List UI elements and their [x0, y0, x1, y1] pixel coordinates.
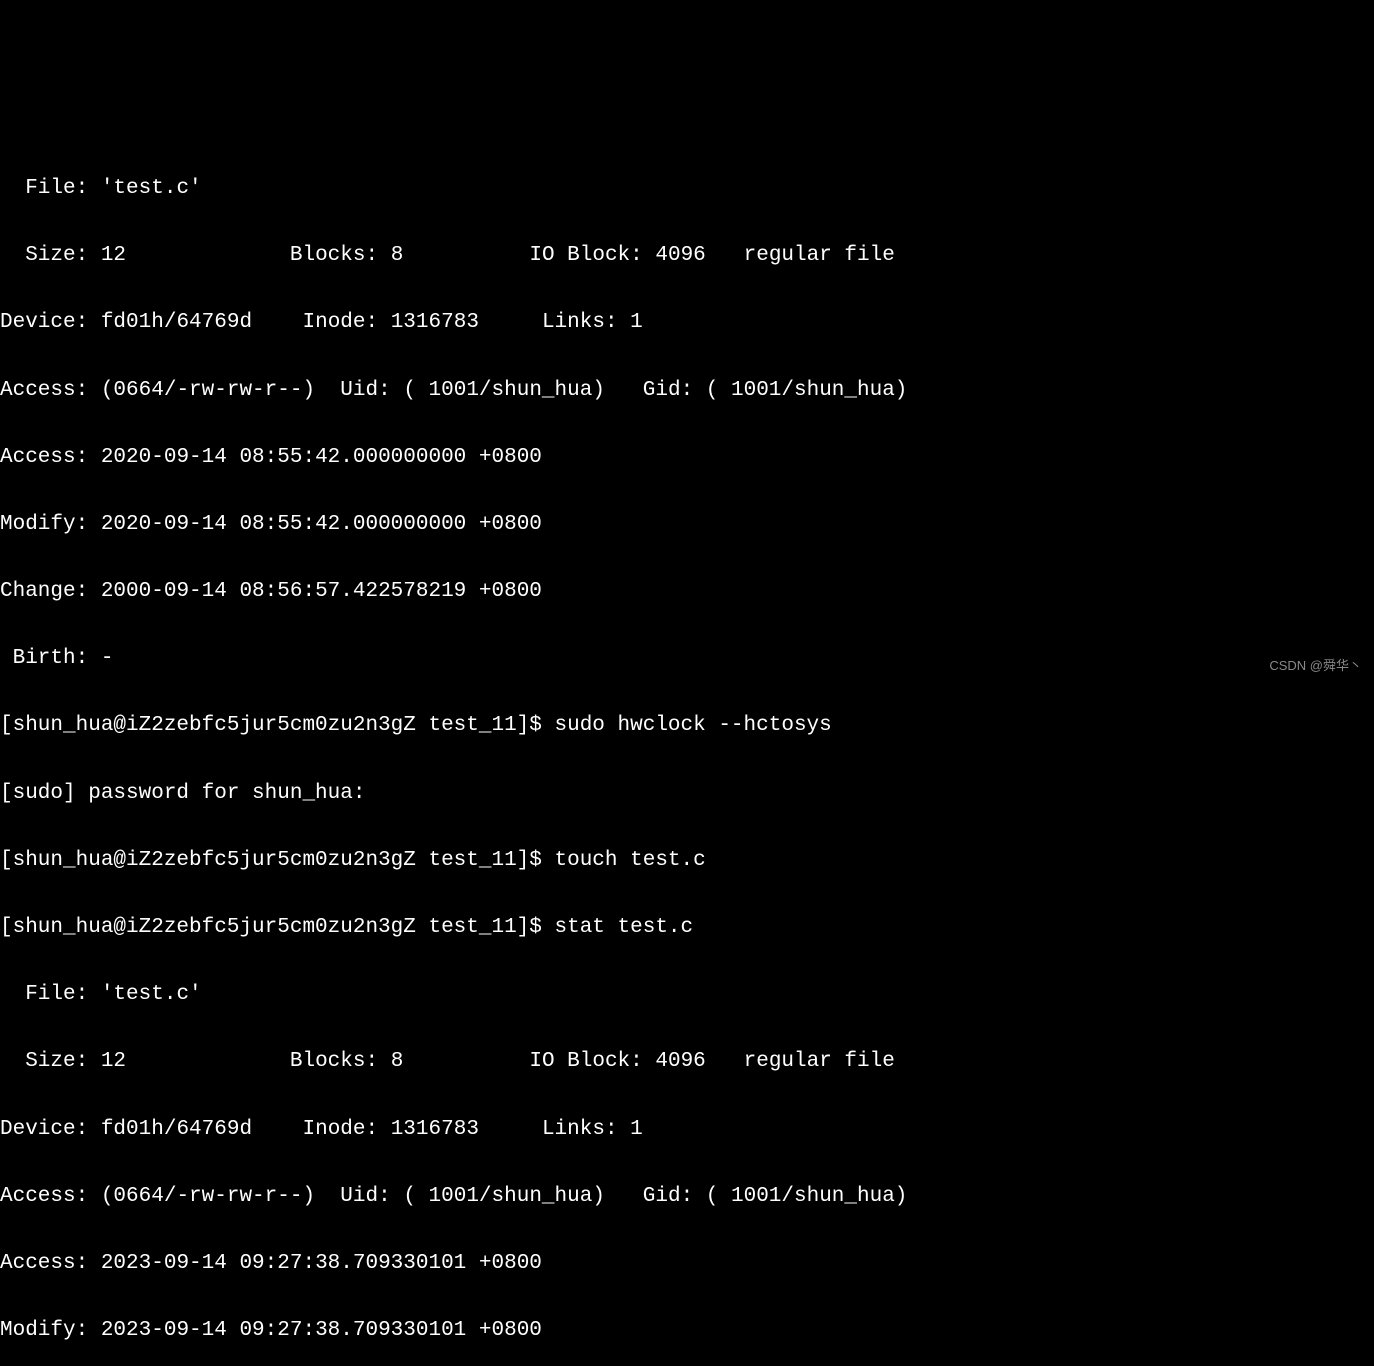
gid-label: Gid: [643, 1185, 706, 1208]
stat-file-line: File: 'test.c' [0, 172, 1374, 206]
blocks-value: 8 [391, 244, 404, 267]
file-value: 'test.c' [101, 177, 202, 200]
links-value: 1 [630, 1118, 643, 1141]
sudo-password-line: [sudo] password for shun_hua: [0, 777, 1374, 811]
links-label: Links: [542, 1118, 630, 1141]
file-label: File: [0, 177, 101, 200]
file-type: regular file [744, 1050, 895, 1073]
modify-time: 2023-09-14 09:27:38.709330101 +0800 [101, 1319, 542, 1342]
shell-prompt: [shun_hua@iZ2zebfc5jur5cm0zu2n3gZ test_1… [0, 714, 555, 737]
command-input[interactable]: touch test.c [555, 849, 706, 872]
birth-value: - [101, 647, 114, 670]
size-value: 12 [101, 244, 126, 267]
stat-access-time-line: Access: 2020-09-14 08:55:42.000000000 +0… [0, 441, 1374, 475]
prompt-line-2: [shun_hua@iZ2zebfc5jur5cm0zu2n3gZ test_1… [0, 844, 1374, 878]
device-value: fd01h/64769d [101, 1118, 252, 1141]
file-type: regular file [744, 244, 895, 267]
change-label: Change: [0, 580, 101, 603]
access-perm: (0664/-rw-rw-r--) [101, 1185, 315, 1208]
uid-value: ( 1001/shun_hua) [403, 1185, 605, 1208]
ioblock-label: IO Block: [529, 244, 655, 267]
stat-access-perm-line: Access: (0664/-rw-rw-r--) Uid: ( 1001/sh… [0, 1180, 1374, 1214]
blocks-label: Blocks: [290, 1050, 391, 1073]
shell-prompt: [shun_hua@iZ2zebfc5jur5cm0zu2n3gZ test_1… [0, 916, 555, 939]
inode-label: Inode: [302, 1118, 390, 1141]
stat-change-line: Change: 2000-09-14 08:56:57.422578219 +0… [0, 575, 1374, 609]
links-label: Links: [542, 311, 630, 334]
gid-value: ( 1001/shun_hua) [706, 379, 908, 402]
terminal-output[interactable]: File: 'test.c' Size: 12 Blocks: 8 IO Blo… [0, 138, 1374, 1366]
size-value: 12 [101, 1050, 126, 1073]
stat-access-time-line: Access: 2023-09-14 09:27:38.709330101 +0… [0, 1247, 1374, 1281]
access-time: 2020-09-14 08:55:42.000000000 +0800 [101, 446, 542, 469]
device-value: fd01h/64769d [101, 311, 252, 334]
uid-label: Uid: [340, 1185, 403, 1208]
stat-birth-line: Birth: - [0, 642, 1374, 676]
change-time: 2000-09-14 08:56:57.422578219 +0800 [101, 580, 542, 603]
size-label: Size: [0, 244, 101, 267]
stat-access-perm-line: Access: (0664/-rw-rw-r--) Uid: ( 1001/sh… [0, 374, 1374, 408]
modify-label: Modify: [0, 513, 101, 536]
uid-value: ( 1001/shun_hua) [403, 379, 605, 402]
access-time-label: Access: [0, 446, 101, 469]
inode-label: Inode: [302, 311, 390, 334]
stat-device-line: Device: fd01h/64769d Inode: 1316783 Link… [0, 1113, 1374, 1147]
modify-time: 2020-09-14 08:55:42.000000000 +0800 [101, 513, 542, 536]
access-time: 2023-09-14 09:27:38.709330101 +0800 [101, 1252, 542, 1275]
uid-label: Uid: [340, 379, 403, 402]
file-value: 'test.c' [101, 983, 202, 1006]
gid-value: ( 1001/shun_hua) [706, 1185, 908, 1208]
inode-value: 1316783 [391, 311, 479, 334]
birth-label: Birth: [0, 647, 101, 670]
stat-size-line: Size: 12 Blocks: 8 IO Block: 4096 regula… [0, 239, 1374, 273]
blocks-value: 8 [391, 1050, 404, 1073]
command-input[interactable]: sudo hwclock --hctosys [555, 714, 832, 737]
watermark-text: CSDN @舜华丶 [1269, 656, 1362, 677]
access-perm: (0664/-rw-rw-r--) [101, 379, 315, 402]
stat-modify-line: Modify: 2023-09-14 09:27:38.709330101 +0… [0, 1314, 1374, 1348]
prompt-line-1: [shun_hua@iZ2zebfc5jur5cm0zu2n3gZ test_1… [0, 709, 1374, 743]
stat-modify-line: Modify: 2020-09-14 08:55:42.000000000 +0… [0, 508, 1374, 542]
ioblock-label: IO Block: [529, 1050, 655, 1073]
shell-prompt: [shun_hua@iZ2zebfc5jur5cm0zu2n3gZ test_1… [0, 849, 555, 872]
size-label: Size: [0, 1050, 101, 1073]
stat-size-line: Size: 12 Blocks: 8 IO Block: 4096 regula… [0, 1045, 1374, 1079]
stat-file-line: File: 'test.c' [0, 978, 1374, 1012]
access-time-label: Access: [0, 1252, 101, 1275]
inode-value: 1316783 [391, 1118, 479, 1141]
access-perm-label: Access: [0, 1185, 101, 1208]
gid-label: Gid: [643, 379, 706, 402]
ioblock-value: 4096 [655, 1050, 705, 1073]
prompt-line-3: [shun_hua@iZ2zebfc5jur5cm0zu2n3gZ test_1… [0, 911, 1374, 945]
device-label: Device: [0, 1118, 101, 1141]
command-input[interactable]: stat test.c [555, 916, 694, 939]
device-label: Device: [0, 311, 101, 334]
modify-label: Modify: [0, 1319, 101, 1342]
links-value: 1 [630, 311, 643, 334]
blocks-label: Blocks: [290, 244, 391, 267]
access-perm-label: Access: [0, 379, 101, 402]
ioblock-value: 4096 [655, 244, 705, 267]
stat-device-line: Device: fd01h/64769d Inode: 1316783 Link… [0, 306, 1374, 340]
file-label: File: [0, 983, 101, 1006]
